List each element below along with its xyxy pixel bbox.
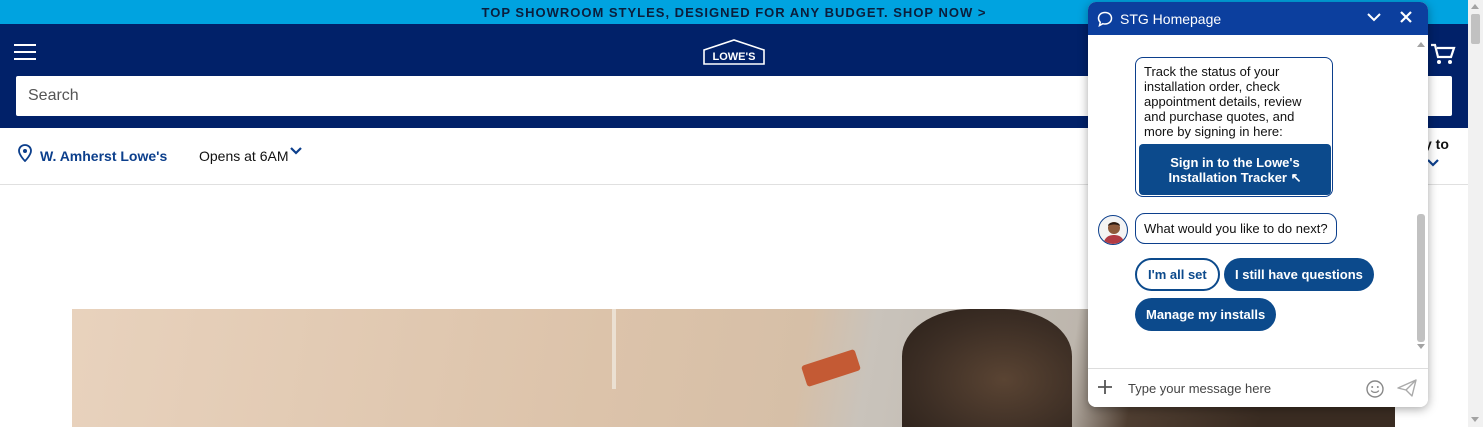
signin-tracker-label: Sign in to the Lowe's Installation Track… xyxy=(1168,154,1302,185)
cart-icon[interactable] xyxy=(1430,42,1456,66)
page-scroll-thumb[interactable] xyxy=(1471,14,1480,44)
installer-figure xyxy=(902,309,1072,427)
chat-header: STG Homepage xyxy=(1088,2,1428,35)
emoji-icon[interactable] xyxy=(1366,380,1384,398)
chat-message-input[interactable]: Type your message here xyxy=(1128,381,1271,396)
quick-reply-label: Manage my installs xyxy=(1146,307,1266,322)
chevron-down-icon[interactable] xyxy=(290,146,302,156)
chat-bubble-icon xyxy=(1097,11,1113,27)
scroll-up-arrow-icon[interactable] xyxy=(1471,4,1479,9)
agent-avatar xyxy=(1098,215,1128,245)
plank-seam xyxy=(612,309,616,389)
quick-reply-questions[interactable]: I still have questions xyxy=(1224,258,1374,291)
send-icon[interactable] xyxy=(1397,379,1417,397)
chat-transcript[interactable]: Track the status of your installation or… xyxy=(1088,35,1428,365)
signin-tracker-button[interactable]: Sign in to the Lowe's Installation Track… xyxy=(1139,144,1331,195)
chat-scroll-thumb[interactable] xyxy=(1417,214,1425,342)
tracker-message: Track the status of your installation or… xyxy=(1135,57,1333,197)
scroll-down-arrow-icon[interactable] xyxy=(1471,417,1479,422)
location-pin-icon xyxy=(18,144,32,162)
chat-scrollbar[interactable] xyxy=(1416,42,1426,352)
chat-composer: Type your message here xyxy=(1088,368,1428,407)
menu-icon[interactable] xyxy=(14,44,38,62)
chat-widget: STG Homepage Track the status of your in… xyxy=(1088,2,1428,407)
search-placeholder: Search xyxy=(28,87,79,104)
quick-reply-all-set[interactable]: I'm all set xyxy=(1135,258,1220,291)
close-icon[interactable] xyxy=(1399,10,1413,24)
flooring-tool xyxy=(800,348,862,388)
chat-scroll-down-icon[interactable] xyxy=(1417,344,1425,349)
plus-icon[interactable] xyxy=(1097,379,1113,395)
quick-reply-label: I still have questions xyxy=(1235,267,1363,282)
page-scrollbar[interactable] xyxy=(1468,0,1483,427)
minimize-icon[interactable] xyxy=(1367,11,1381,23)
tracker-message-text: Track the status of your installation or… xyxy=(1144,64,1302,139)
next-step-question: What would you like to do next? xyxy=(1135,213,1337,244)
logo-text: LOWE'S xyxy=(713,51,756,63)
chat-title: STG Homepage xyxy=(1120,11,1222,27)
chat-scroll-up-icon[interactable] xyxy=(1417,42,1425,47)
quick-reply-manage-installs[interactable]: Manage my installs xyxy=(1135,298,1277,331)
chevron-down-icon[interactable] xyxy=(1427,158,1439,168)
quick-reply-label: I'm all set xyxy=(1148,267,1207,282)
store-hours[interactable]: Opens at 6AM xyxy=(199,148,289,164)
store-name-link[interactable]: W. Amherst Lowe's xyxy=(40,148,167,164)
lowes-logo[interactable]: LOWE'S xyxy=(702,38,766,66)
promo-text[interactable]: TOP SHOWROOM STYLES, DESIGNED FOR ANY BU… xyxy=(482,5,987,20)
question-text: What would you like to do next? xyxy=(1144,221,1328,236)
